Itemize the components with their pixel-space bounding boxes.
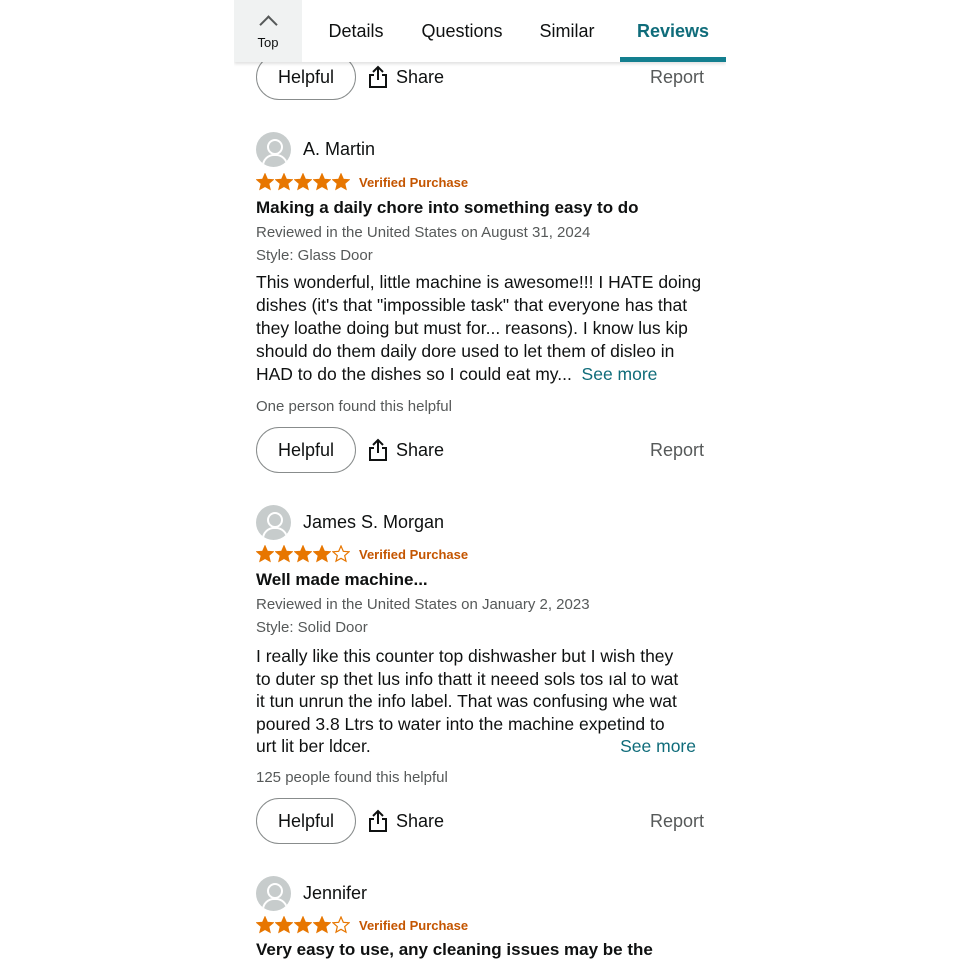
reviewer[interactable]: A. Martin	[256, 131, 375, 167]
rating-row: Verified Purchase	[256, 544, 468, 564]
share-button[interactable]: Share	[368, 798, 444, 844]
top-label: Top	[257, 35, 279, 50]
review-body-line: it tun unrun the info label. That was co…	[256, 691, 677, 711]
tab-questions[interactable]: Questions	[410, 0, 514, 62]
reviewer[interactable]: Jennifer	[256, 875, 367, 911]
review-actions: Helpful Share Report	[256, 798, 704, 848]
star-filled-icon	[275, 545, 293, 563]
share-icon	[369, 65, 387, 88]
see-more-link[interactable]: See more	[620, 735, 696, 758]
reviews-panel: Top Details Questions Similar Reviews He…	[234, 0, 726, 960]
review-body-line: I really like this counter top dishwashe…	[256, 646, 674, 666]
verified-purchase-badge: Verified Purchase	[359, 546, 469, 562]
review-card: Jennifer Verified Purchase Very easy to …	[256, 874, 704, 960]
share-label: Share	[396, 66, 445, 87]
star-filled-icon	[332, 173, 350, 191]
star-filled-icon	[256, 173, 274, 191]
review-body-line: should do them daily dore used to let th…	[256, 341, 675, 361]
review-title[interactable]: Making a daily chore into something easy…	[256, 198, 639, 218]
review-body: This wonderful, little machine is awesom…	[256, 271, 704, 386]
review-body-line: This wonderful, little machine is awesom…	[256, 272, 702, 292]
star-filled-icon	[294, 545, 312, 563]
share-button[interactable]: Share	[368, 427, 444, 473]
verified-purchase-badge: Verified Purchase	[359, 917, 469, 933]
review-body-line: poured 3.8 Ltrs to water into the machin…	[256, 713, 665, 734]
star-filled-icon	[294, 916, 312, 934]
chevron-up-icon	[258, 15, 278, 34]
helpful-count: One person found this helpful	[256, 398, 452, 415]
star-rating[interactable]	[256, 916, 351, 934]
share-label: Share	[396, 810, 445, 831]
avatar	[256, 131, 291, 167]
reviewer-name: A. Martin	[303, 138, 376, 159]
rating-row: Verified Purchase	[256, 915, 468, 935]
star-empty-icon	[332, 916, 350, 934]
reviewer-name: Jennifer	[303, 882, 368, 903]
share-icon	[369, 809, 387, 832]
avatar	[256, 504, 291, 540]
avatar	[256, 875, 291, 911]
review-body-line: urt lit ber ldcer.	[256, 736, 371, 756]
review-body-line: HAD to do the dishes so I could eat my..…	[256, 364, 572, 384]
star-filled-icon	[256, 545, 274, 563]
share-icon	[369, 438, 387, 461]
review-date: Reviewed in the United States on August …	[256, 224, 591, 241]
star-filled-icon	[313, 545, 331, 563]
helpful-button[interactable]: Helpful	[256, 798, 356, 844]
star-rating[interactable]	[256, 545, 351, 563]
review-date: Reviewed in the United States on January…	[256, 596, 590, 613]
see-more-link[interactable]: See more	[582, 364, 658, 384]
review-actions: Helpful Share Report	[256, 427, 704, 477]
review-card: James S. Morgan Verified Purchase Well m…	[256, 503, 704, 803]
helpful-button[interactable]: Helpful	[256, 427, 356, 473]
star-empty-icon	[332, 545, 350, 563]
tab-details[interactable]: Details	[318, 0, 394, 62]
star-filled-icon	[313, 916, 331, 934]
share-label: Share	[396, 439, 445, 460]
review-body-line: they loathe doing but must for... reason…	[256, 318, 688, 338]
review-title[interactable]: Very easy to use, any cleaning issues ma…	[256, 940, 653, 960]
star-filled-icon	[294, 173, 312, 191]
reviewer[interactable]: James S. Morgan	[256, 504, 444, 540]
star-filled-icon	[313, 173, 331, 191]
report-link[interactable]: Report	[650, 427, 704, 473]
review-body-line: dishes (it's that "impossible task" that…	[256, 295, 688, 315]
review-body-line: to duter sp thet lus info thatt it neeed…	[256, 668, 679, 689]
star-rating[interactable]	[256, 173, 351, 191]
helpful-count: 125 people found this helpful	[256, 769, 448, 786]
rating-row: Verified Purchase	[256, 172, 468, 192]
scroll-top-button[interactable]: Top	[234, 0, 302, 62]
review-body: I really like this counter top dishwashe…	[256, 645, 704, 758]
review-title[interactable]: Well made machine...	[256, 570, 428, 590]
top-nav-bar: Top Details Questions Similar Reviews	[234, 0, 726, 62]
star-filled-icon	[275, 173, 293, 191]
report-link[interactable]: Report	[650, 798, 704, 844]
reviewer-name: James S. Morgan	[303, 511, 445, 532]
tab-similar[interactable]: Similar	[530, 0, 604, 62]
verified-purchase-badge: Verified Purchase	[359, 174, 469, 190]
review-card: A. Martin Verified Purchase Making a dai…	[256, 130, 704, 430]
tab-reviews[interactable]: Reviews	[620, 0, 726, 62]
review-style: Style: Glass Door	[256, 247, 373, 264]
review-style: Style: Solid Door	[256, 619, 368, 636]
star-filled-icon	[256, 916, 274, 934]
star-filled-icon	[275, 916, 293, 934]
